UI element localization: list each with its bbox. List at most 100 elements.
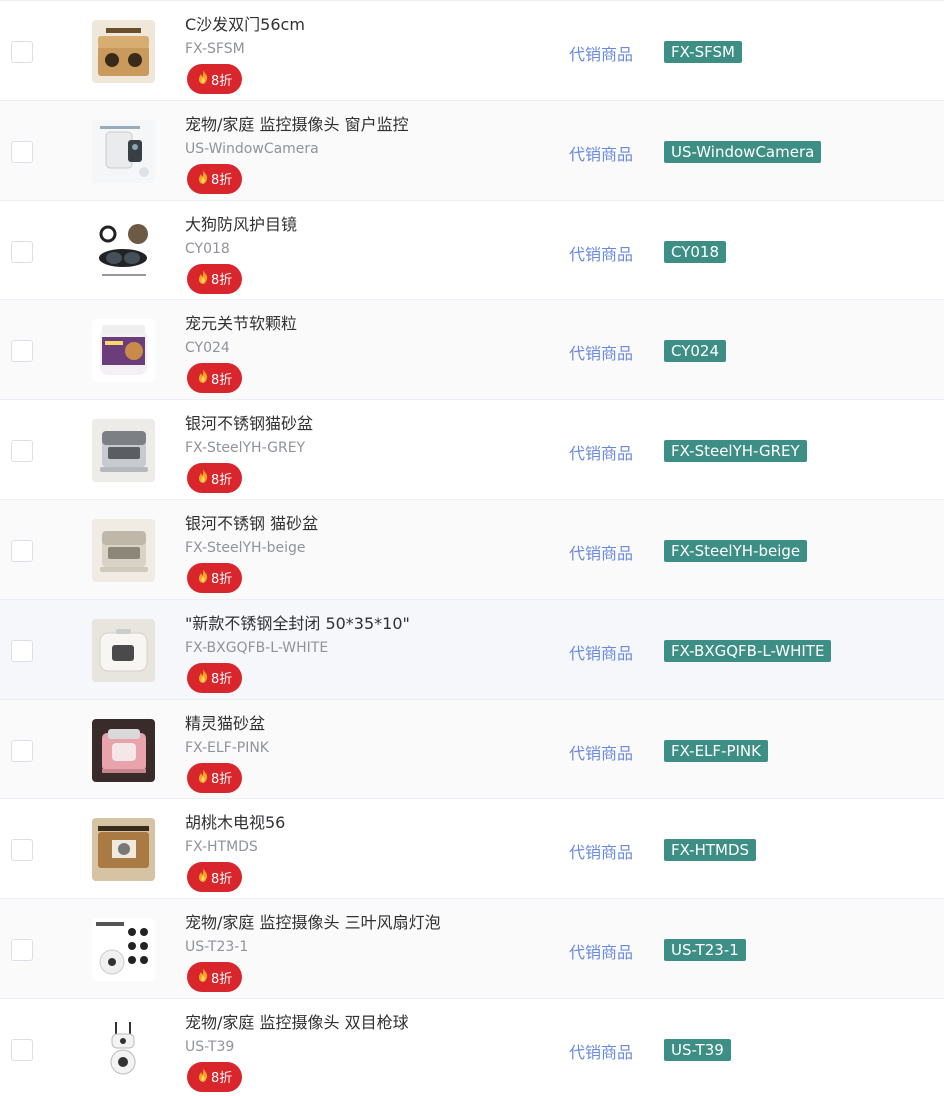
row-checkbox[interactable] <box>11 41 33 63</box>
product-sku: US-T39 <box>185 1038 235 1055</box>
row-checkbox[interactable] <box>11 739 33 762</box>
sku-tag: CY018 <box>664 240 727 263</box>
product-image[interactable] <box>92 518 155 582</box>
product-type-link[interactable]: 代销商品 <box>569 839 633 863</box>
product-title: 大狗防风护目镜 <box>185 214 298 234</box>
row-checkbox[interactable] <box>11 639 33 662</box>
product-title: 精灵猫砂盆 <box>185 713 266 733</box>
sku-tag: FX-SteelYH-beige <box>664 539 808 562</box>
sku-tag: FX-HTMDS <box>664 839 757 862</box>
product-image[interactable] <box>92 119 155 183</box>
flame-icon <box>197 668 209 687</box>
discount-badge: 8折 <box>187 463 243 494</box>
sku-tag: CY024 <box>664 340 727 363</box>
discount-badge: 8折 <box>187 762 243 793</box>
product-type-link[interactable]: 代销商品 <box>569 1039 633 1063</box>
product-sku: US-T23-1 <box>185 939 249 956</box>
table-row: "新款不锈钢全封闭 50*35*10" FX-BXGQFB-L-WHITE 8折 代销… <box>0 599 944 700</box>
product-title: 宠物/家庭 监控摄像头 双目枪球 <box>185 1012 409 1032</box>
discount-label: 8折 <box>211 971 233 987</box>
discount-label: 8折 <box>211 173 233 189</box>
product-image[interactable] <box>92 918 155 982</box>
product-sku: US-WindowCamera <box>185 140 319 157</box>
row-checkbox[interactable] <box>11 240 33 263</box>
sku-tag: FX-SteelYH-GREY <box>664 440 807 463</box>
row-checkbox[interactable] <box>11 440 33 463</box>
sku-tag: US-T39 <box>664 1038 731 1061</box>
discount-badge: 8折 <box>187 64 243 94</box>
product-sku: FX-SteelYH-GREY <box>185 440 306 457</box>
table-row: 银河不锈钢 猫砂盆 FX-SteelYH-beige 8折 代销商品 FX-SteelY… <box>0 499 944 600</box>
product-title: C沙发双门56cm <box>185 15 305 34</box>
table-row: 银河不锈钢猫砂盆 FX-SteelYH-GREY 8折 代销商品 FX-SteelYH-… <box>0 400 944 500</box>
table-row: 胡桃木电视56 FX-HTMDS 8折 代销商品 FX-HTMDS <box>0 799 944 900</box>
product-title: 宠元关节软颗粒 <box>185 314 298 334</box>
row-checkbox[interactable] <box>11 539 33 562</box>
product-sku: FX-HTMDS <box>185 839 258 856</box>
row-checkbox[interactable] <box>11 340 33 363</box>
product-type-link[interactable]: 代销商品 <box>569 939 633 963</box>
product-image[interactable] <box>92 1017 155 1081</box>
product-title: 胡桃木电视56 <box>185 813 286 833</box>
product-image[interactable] <box>92 618 155 682</box>
product-type-link[interactable]: 代销商品 <box>569 540 633 564</box>
row-checkbox[interactable] <box>11 140 33 163</box>
product-image[interactable] <box>92 219 155 283</box>
table-row: 宠物/家庭 监控摄像头 三叶风扇灯泡 US-T23-1 8折 代销商品 US-T23-1 <box>0 899 944 999</box>
product-type-link[interactable]: 代销商品 <box>569 440 633 464</box>
product-title: "新款不锈钢全封闭 50*35*10" <box>185 613 410 633</box>
table-row: 宠物/家庭 监控摄像头 双目枪球 US-T39 8折 代销商品 US-T39 <box>0 998 944 1096</box>
discount-badge: 8折 <box>187 862 243 893</box>
sku-tag: FX-ELF-PINK <box>664 739 768 762</box>
product-type-link[interactable]: 代销商品 <box>569 41 633 65</box>
discount-badge: 8折 <box>187 263 243 294</box>
product-sku: FX-ELF-PINK <box>185 739 269 756</box>
table-row: 宠物/家庭 监控摄像头 窗户监控 US-WindowCamera 8折 代销商品 US-… <box>0 100 944 201</box>
product-image[interactable] <box>92 818 155 882</box>
product-type-link[interactable]: 代销商品 <box>569 640 633 664</box>
product-title: 宠物/家庭 监控摄像头 窗户监控 <box>185 114 409 134</box>
discount-badge: 8折 <box>187 163 243 194</box>
table-row: 宠元关节软颗粒 CY024 8折 代销商品 CY024 <box>0 300 944 401</box>
row-checkbox[interactable] <box>11 1038 33 1061</box>
discount-label: 8折 <box>211 572 233 588</box>
flame-icon <box>197 868 209 886</box>
discount-label: 8折 <box>211 273 233 289</box>
discount-label: 8折 <box>211 871 233 887</box>
product-sku: CY018 <box>185 240 230 257</box>
discount-label: 8折 <box>211 672 233 688</box>
product-table: C沙发双门56cm FX-SFSM 8折 代销商品 FX-SFSM 宠物/家庭 监控摄像头… <box>0 0 944 1096</box>
product-image[interactable] <box>92 718 155 782</box>
flame-icon <box>197 469 209 487</box>
flame-icon <box>197 768 209 787</box>
discount-badge: 8折 <box>187 1061 243 1092</box>
discount-label: 8折 <box>211 73 233 89</box>
product-image[interactable] <box>92 20 155 83</box>
flame-icon <box>197 568 209 587</box>
flame-icon <box>197 70 209 88</box>
product-sku: FX-SFSM <box>185 41 245 57</box>
sku-tag: FX-BXGQFB-L-WHITE <box>664 639 832 662</box>
discount-label: 8折 <box>211 1071 233 1087</box>
product-type-link[interactable]: 代销商品 <box>569 340 633 364</box>
sku-tag: FX-SFSM <box>664 41 742 63</box>
product-title: 宠物/家庭 监控摄像头 三叶风扇灯泡 <box>185 913 441 933</box>
sku-tag: US-T23-1 <box>664 939 746 962</box>
row-checkbox[interactable] <box>11 939 33 962</box>
flame-icon <box>197 269 209 288</box>
flame-icon <box>197 169 209 188</box>
table-row: 大狗防风护目镜 CY018 8折 代销商品 CY018 <box>0 200 944 301</box>
discount-label: 8折 <box>211 372 233 388</box>
product-type-link[interactable]: 代销商品 <box>569 241 633 265</box>
product-type-link[interactable]: 代销商品 <box>569 141 633 165</box>
flame-icon <box>197 1067 209 1086</box>
product-type-link[interactable]: 代销商品 <box>569 740 633 764</box>
product-image[interactable] <box>92 419 155 483</box>
product-title: 银河不锈钢猫砂盆 <box>185 414 314 434</box>
sku-tag: US-WindowCamera <box>664 140 822 163</box>
discount-label: 8折 <box>211 772 233 788</box>
discount-badge: 8折 <box>187 962 243 993</box>
product-image[interactable] <box>92 319 155 383</box>
row-checkbox[interactable] <box>11 839 33 862</box>
product-sku: FX-BXGQFB-L-WHITE <box>185 639 329 656</box>
